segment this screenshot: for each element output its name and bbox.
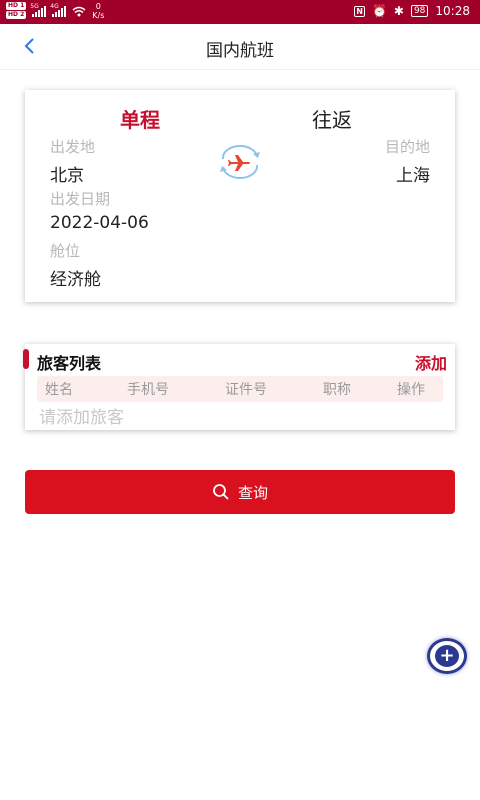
page-title: 国内航班 — [206, 41, 274, 61]
section-accent-bar — [23, 349, 29, 369]
tab-one-way[interactable]: 单程 — [120, 104, 160, 133]
passenger-list-title: 旅客列表 — [37, 354, 102, 373]
column-header: 职称 — [323, 382, 351, 398]
date-label: 出发日期 — [50, 190, 111, 208]
destination-label: 目的地 — [384, 138, 430, 156]
passenger-list-card: 旅客列表 添加 姓名 手机号 证件号 职称 操作 请添加旅客 — [23, 344, 455, 430]
date-value[interactable]: 2022-04-06 — [50, 213, 149, 233]
speed-unit: K/s — [92, 11, 105, 20]
destination-value[interactable]: 上海 — [396, 161, 430, 186]
column-header: 手机号 — [127, 382, 169, 398]
status-bar: HD 1 HD 2 5G 4G 0 K/s N ⏰ ✱ 98 10:28 — [0, 0, 480, 24]
wifi-icon — [72, 6, 86, 16]
network-type-label: 5G — [30, 3, 39, 10]
plus-icon: + — [435, 645, 459, 667]
airplane-swap-icon — [220, 145, 260, 179]
network-type-label-2: 4G — [50, 3, 59, 10]
nfc-icon: N — [354, 5, 365, 17]
query-button[interactable]: 查询 — [25, 470, 455, 514]
clock: 10:28 — [435, 4, 470, 18]
cabin-value[interactable]: 经济舱 — [50, 265, 101, 290]
sim1-label: HD 1 — [6, 2, 27, 10]
column-header: 操作 — [397, 382, 425, 398]
speed-value: 0 — [95, 2, 101, 11]
sim-indicator: HD 1 HD 2 — [6, 2, 27, 20]
column-header: 姓名 — [45, 382, 73, 398]
query-label: 查询 — [237, 483, 268, 502]
cabin-label: 舱位 — [50, 242, 81, 260]
empty-passenger-hint: 请添加旅客 — [39, 408, 124, 428]
origin-label: 出发地 — [50, 138, 96, 156]
passenger-table-header: 姓名 手机号 证件号 职称 操作 — [37, 376, 443, 402]
bluetooth-icon: ✱ — [393, 4, 404, 18]
floating-add-button[interactable]: + — [427, 638, 467, 674]
add-passenger-button[interactable]: 添加 — [415, 350, 447, 374]
network-speed: 0 K/s — [92, 2, 104, 20]
search-icon — [213, 484, 229, 500]
trip-type-tabs: 单程 往返 — [25, 104, 455, 134]
signal-icon-2: 4G — [50, 3, 67, 17]
alarm-icon: ⏰ — [371, 4, 387, 18]
signal-icon: 5G — [30, 3, 47, 17]
origin-value[interactable]: 北京 — [50, 161, 84, 186]
swap-cities-button[interactable] — [217, 145, 263, 179]
trip-card: 单程 往返 出发地 北京 目的地 上海 出发日期 2022-04-06 舱位 经… — [25, 90, 455, 302]
sim2-label: HD 2 — [6, 11, 27, 19]
column-header: 证件号 — [225, 382, 267, 398]
tab-round-trip[interactable]: 往返 — [312, 104, 352, 133]
battery-icon: 98 — [410, 5, 429, 17]
nav-header: 国内航班 — [0, 24, 480, 70]
